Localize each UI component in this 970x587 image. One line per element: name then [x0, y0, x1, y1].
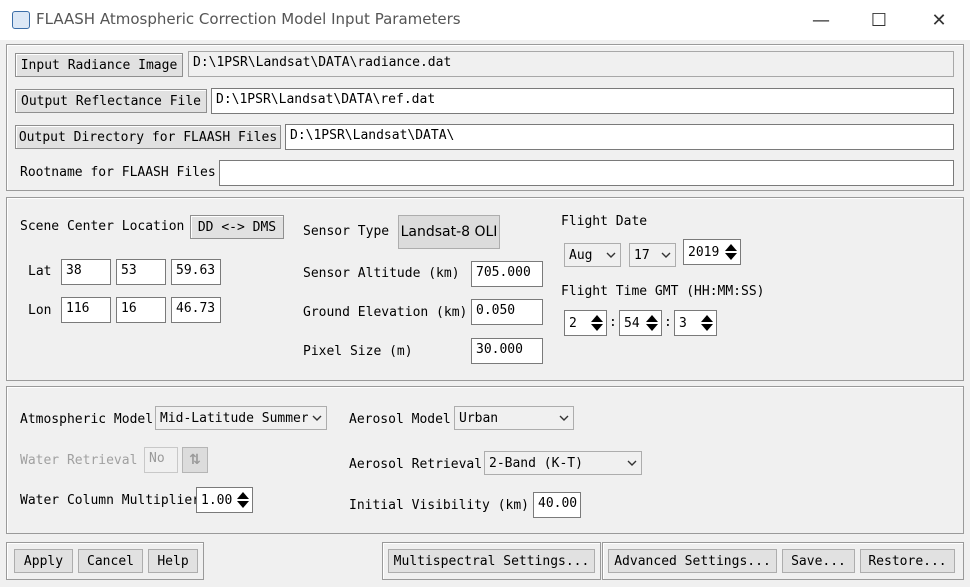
lon-label: Lon — [28, 303, 52, 318]
spinner-arrows-icon[interactable] — [590, 312, 604, 334]
scene-center-label: Scene Center Location — [20, 219, 185, 234]
app-icon — [12, 11, 30, 29]
save-button[interactable]: Save... — [782, 549, 855, 573]
close-button[interactable]: ✕ — [916, 6, 962, 34]
ground-elevation-field[interactable]: 0.050 — [471, 299, 543, 325]
chevron-down-icon — [661, 252, 671, 258]
chevron-down-icon — [627, 460, 637, 466]
help-button[interactable]: Help — [148, 549, 198, 573]
initial-visibility-field[interactable]: 40.00 — [533, 492, 581, 518]
sensor-type-button[interactable]: Landsat-8 OLI — [398, 215, 500, 249]
chevron-down-icon — [559, 415, 569, 421]
restore-button[interactable]: Restore... — [860, 549, 955, 573]
aerosol-model-label: Aerosol Model — [349, 412, 451, 427]
water-retrieval-field: No — [144, 447, 178, 473]
flight-hour-spinner[interactable]: 2 — [564, 310, 607, 336]
title-bar: FLAASH Atmospheric Correction Model Inpu… — [0, 0, 970, 40]
aerosol-model-value: Urban — [459, 410, 499, 426]
water-column-value: 1.00 — [201, 492, 233, 508]
lat-label: Lat — [28, 264, 52, 279]
aerosol-retrieval-select[interactable]: 2-Band (K-T) — [484, 451, 642, 475]
apply-button[interactable]: Apply — [14, 549, 73, 573]
aerosol-retrieval-value: 2-Band (K-T) — [489, 455, 583, 471]
rootname-label: Rootname for FLAASH Files — [20, 165, 216, 180]
dd-dms-toggle-button[interactable]: DD <-> DMS — [190, 215, 284, 239]
flight-date-label: Flight Date — [561, 214, 648, 229]
flight-month-value: Aug — [569, 247, 593, 263]
pixel-size-field[interactable]: 30.000 — [471, 338, 543, 364]
atmospheric-model-value: Mid-Latitude Summer — [160, 410, 308, 426]
aerosol-model-select[interactable]: Urban — [454, 406, 574, 430]
spinner-arrows-icon[interactable] — [645, 312, 659, 334]
flight-second-spinner[interactable]: 3 — [674, 310, 717, 336]
aerosol-retrieval-label: Aerosol Retrieval — [349, 457, 483, 472]
flight-day-select[interactable]: 17 — [629, 243, 676, 267]
sensor-type-label: Sensor Type — [303, 224, 390, 239]
toggle-arrows-icon: ⇅ — [182, 447, 208, 473]
chevron-down-icon — [312, 415, 322, 421]
output-reflectance-field[interactable]: D:\1PSR\Landsat\DATA\ref.dat — [211, 88, 954, 114]
lat-degrees-field[interactable]: 38 — [61, 259, 111, 285]
spinner-arrows-icon[interactable] — [700, 312, 714, 334]
cancel-button[interactable]: Cancel — [78, 549, 143, 573]
rootname-field[interactable] — [219, 160, 954, 186]
flight-second-value: 3 — [679, 315, 687, 331]
initial-visibility-label: Initial Visibility (km) — [349, 498, 530, 513]
atmospheric-model-label: Atmospheric Model — [20, 412, 154, 427]
minimize-button[interactable]: — — [798, 6, 844, 34]
flight-day-value: 17 — [634, 247, 650, 263]
atmospheric-model-select[interactable]: Mid-Latitude Summer — [155, 406, 327, 430]
time-separator: : — [609, 315, 617, 330]
sensor-altitude-label: Sensor Altitude (km) — [303, 266, 460, 281]
lat-minutes-field[interactable]: 53 — [116, 259, 166, 285]
time-separator: : — [664, 315, 672, 330]
flight-time-label: Flight Time GMT (HH:MM:SS) — [561, 284, 765, 299]
output-directory-button[interactable]: Output Directory for FLAASH Files — [15, 125, 281, 149]
lon-seconds-field[interactable]: 46.73 — [171, 297, 221, 323]
flight-year-value: 2019 — [688, 244, 720, 260]
lon-minutes-field[interactable]: 16 — [116, 297, 166, 323]
ground-elevation-label: Ground Elevation (km) — [303, 305, 468, 320]
water-retrieval-label: Water Retrieval — [20, 453, 138, 468]
multispectral-settings-button[interactable]: Multispectral Settings... — [388, 549, 595, 573]
input-radiance-field[interactable]: D:\1PSR\Landsat\DATA\radiance.dat — [188, 51, 954, 77]
chevron-down-icon — [606, 252, 616, 258]
spinner-arrows-icon[interactable] — [236, 489, 250, 511]
output-directory-field[interactable]: D:\1PSR\Landsat\DATA\ — [285, 124, 954, 150]
sensor-altitude-field[interactable]: 705.000 — [471, 261, 543, 287]
lat-seconds-field[interactable]: 59.63 — [171, 259, 221, 285]
flight-hour-value: 2 — [569, 315, 577, 331]
flight-year-spinner[interactable]: 2019 — [683, 239, 741, 265]
flight-minute-value: 54 — [624, 315, 640, 331]
spinner-arrows-icon[interactable] — [724, 241, 738, 263]
water-column-spinner[interactable]: 1.00 — [196, 487, 253, 513]
flight-minute-spinner[interactable]: 54 — [619, 310, 662, 336]
water-column-label: Water Column Multiplier — [20, 493, 201, 508]
maximize-button[interactable]: ☐ — [856, 6, 902, 34]
window-title: FLAASH Atmospheric Correction Model Inpu… — [36, 10, 461, 28]
lon-degrees-field[interactable]: 116 — [61, 297, 111, 323]
output-reflectance-button[interactable]: Output Reflectance File — [15, 89, 207, 113]
advanced-settings-button[interactable]: Advanced Settings... — [608, 549, 777, 573]
input-radiance-button[interactable]: Input Radiance Image — [15, 53, 183, 77]
pixel-size-label: Pixel Size (m) — [303, 344, 413, 359]
flight-month-select[interactable]: Aug — [564, 243, 621, 267]
